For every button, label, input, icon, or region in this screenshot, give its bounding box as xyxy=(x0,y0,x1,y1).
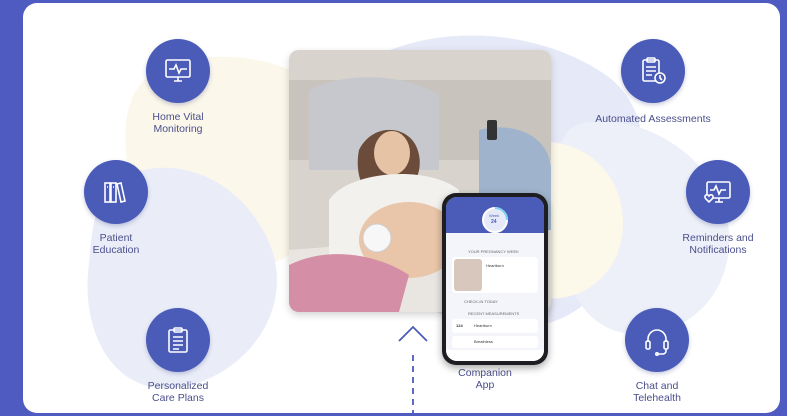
main-card: Home Vital Monitoring Patient Education … xyxy=(23,3,780,413)
bottom-nav[interactable] xyxy=(446,350,544,361)
feature-chat-telehealth: Chat and Telehealth xyxy=(587,308,727,404)
ring-label: Week xyxy=(489,213,500,218)
measurement-title: Heartburn xyxy=(474,323,492,328)
feature-label: Personalized Care Plans xyxy=(147,380,209,404)
feature-automated-assessments: Automated Assessments xyxy=(583,39,723,125)
clipboard-icon xyxy=(146,308,210,372)
feature-label: Reminders and Notifications xyxy=(682,232,754,256)
feature-home-vital-monitoring: Home Vital Monitoring xyxy=(108,39,248,135)
feature-label: Chat and Telehealth xyxy=(633,380,681,404)
feature-companion-app: Companion App xyxy=(415,367,555,391)
measurement-value: 124 xyxy=(456,323,463,328)
feature-reminders-notifications: Reminders and Notifications xyxy=(648,160,780,256)
pregnancy-card[interactable]: Heartburn xyxy=(452,257,538,293)
section-title: CHECK-IN TODAY xyxy=(464,299,498,304)
section-title: RECENT MEASUREMENTS xyxy=(468,311,520,316)
feature-label: Companion App xyxy=(458,367,512,391)
card-title: Heartburn xyxy=(486,263,504,268)
phone-screen: Week 24 YOUR PREGNANCY WEEK Heartburn CH… xyxy=(446,197,544,361)
monitor-heart-icon xyxy=(686,160,750,224)
arrow-up-icon xyxy=(398,325,428,413)
phone-mockup: Week 24 YOUR PREGNANCY WEEK Heartburn CH… xyxy=(442,193,548,365)
measurement-row[interactable]: Breathless xyxy=(452,336,538,348)
ring-value: 24 xyxy=(491,219,497,225)
feature-label: Patient Education xyxy=(92,232,140,256)
card-image xyxy=(454,259,482,291)
feature-personalized-care-plans: Personalized Care Plans xyxy=(108,308,248,404)
checklist-clock-icon xyxy=(621,39,685,103)
headset-icon xyxy=(625,308,689,372)
measurement-title: Breathless xyxy=(474,339,493,344)
feature-patient-education: Patient Education xyxy=(46,160,186,256)
feature-label: Automated Assessments xyxy=(595,113,711,125)
monitor-heart-icon xyxy=(146,39,210,103)
feature-label: Home Vital Monitoring xyxy=(152,111,204,135)
books-icon xyxy=(84,160,148,224)
measurement-row[interactable]: 124 Heartburn xyxy=(452,319,538,333)
section-title: YOUR PREGNANCY WEEK xyxy=(468,249,519,254)
